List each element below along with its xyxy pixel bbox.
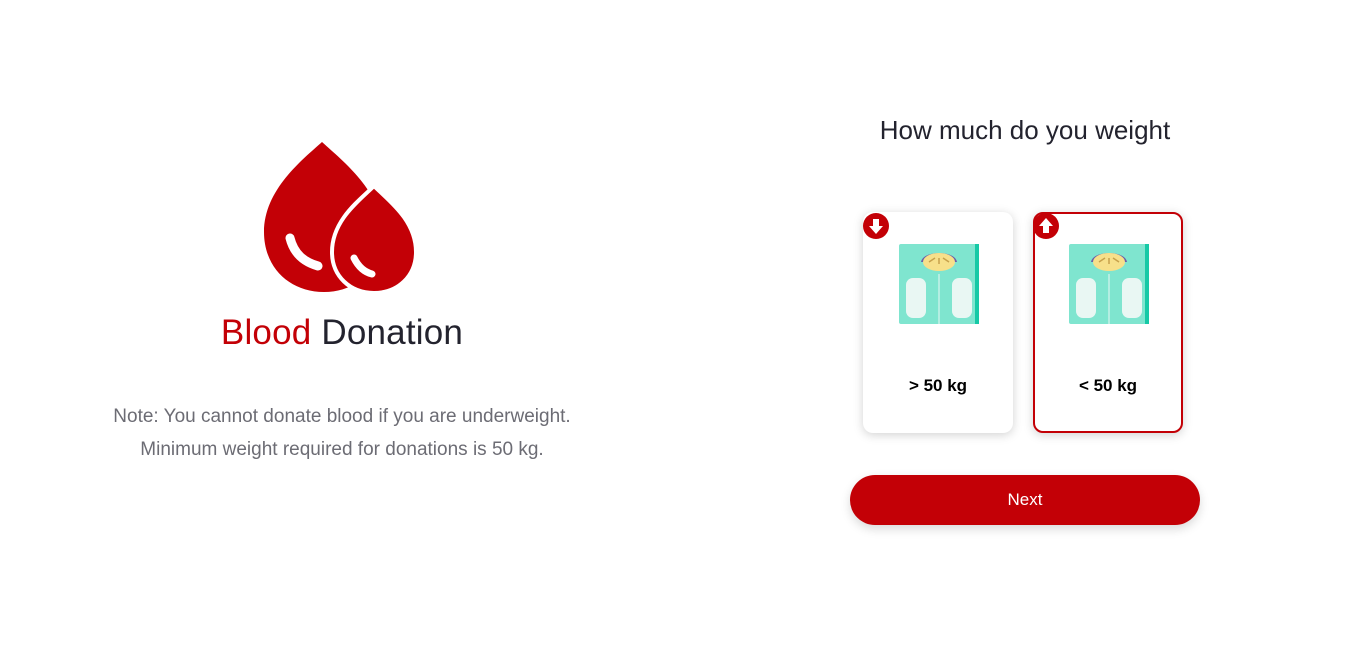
option-label: > 50 kg — [908, 376, 968, 395]
option-under-50kg[interactable]: < 50 kg — [1033, 212, 1183, 433]
option-over-50kg[interactable]: > 50 kg — [863, 212, 1013, 433]
brand-accent-word: Blood — [220, 313, 312, 352]
weight-scale-icon — [899, 244, 979, 324]
question-title: How much do you weight — [879, 115, 1171, 145]
info-panel: Blood Donation Note: You cannot donate b… — [100, 130, 584, 466]
brand-rest-word: Donation — [321, 313, 464, 352]
next-button[interactable]: Next — [850, 475, 1200, 525]
arrow-down-icon — [863, 213, 889, 239]
option-label: < 50 kg — [1078, 376, 1138, 395]
blood-drops-icon — [264, 142, 419, 296]
arrow-up-icon — [1033, 213, 1059, 239]
weight-question-page: Blood Donation Note: You cannot donate b… — [0, 0, 1366, 657]
brand-title: Blood Donation — [100, 312, 584, 354]
weight-note: Note: You cannot donate blood if you are… — [113, 406, 571, 460]
weight-scale-icon — [1069, 244, 1149, 324]
